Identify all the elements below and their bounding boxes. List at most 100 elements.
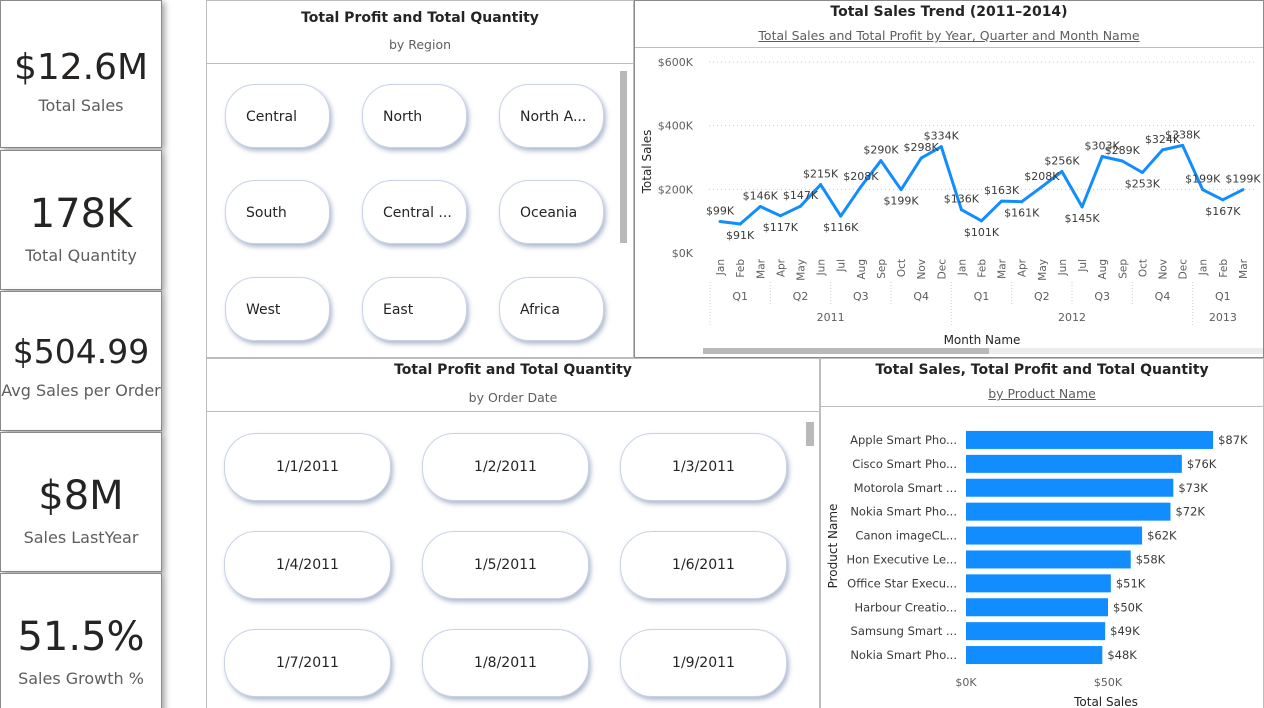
data-label: $208K — [1024, 170, 1060, 183]
data-point — [1120, 159, 1124, 163]
x-tick-quarter: Q4 — [1155, 290, 1171, 303]
bar — [966, 454, 1182, 473]
x-tick-month: Jun — [1057, 259, 1069, 276]
y-tick-label: Office Star Execu... — [847, 576, 957, 590]
kpi-value: 51.5% — [17, 614, 145, 660]
date-slicer: Total Profit and Total Quantity by Order… — [206, 358, 820, 708]
region-slicer: Total Profit and Total Quantity by Regio… — [206, 0, 634, 358]
kpi-label: Total Sales — [38, 96, 124, 115]
x-tick-month: Apr — [775, 258, 787, 277]
date-button[interactable]: 1/5/2011 — [422, 531, 589, 599]
date-button[interactable]: 1/2/2011 — [422, 433, 589, 501]
x-tick-month: Aug — [856, 259, 868, 280]
kpi-label: Total Quantity — [25, 246, 137, 265]
kpi-value: $8M — [38, 473, 124, 519]
y-tick-label: $200K — [658, 183, 694, 196]
divider — [207, 63, 633, 64]
region-button-east[interactable]: East — [362, 277, 467, 341]
kpi-label: Avg Sales per Order — [1, 381, 161, 400]
kpi-value: 178K — [29, 191, 133, 237]
x-tick-year: 2012 — [1058, 311, 1086, 324]
date-slicer-title: Total Profit and Total Quantity — [394, 362, 632, 378]
data-label: $208K — [843, 170, 879, 183]
x-tick-month: Nov — [916, 259, 928, 280]
kpi-card-total-sales: $12.6M Total Sales — [0, 0, 162, 148]
date-button[interactable]: 1/7/2011 — [224, 629, 391, 697]
x-tick-quarter: Q1 — [974, 290, 990, 303]
region-button-oceania[interactable]: Oceania — [499, 180, 604, 244]
date-slicer-scrollbar[interactable] — [806, 422, 814, 446]
x-tick-month: Apr — [1017, 258, 1029, 277]
region-button-north-asia[interactable]: North A... — [499, 84, 604, 148]
data-label: $49K — [1110, 624, 1140, 638]
date-button[interactable]: 1/3/2011 — [620, 433, 787, 501]
data-label: $199K — [883, 195, 919, 208]
x-tick-month: Feb — [735, 259, 747, 278]
trend-chart-scrollbar[interactable] — [703, 348, 989, 354]
y-axis-title: Product Name — [826, 504, 840, 589]
region-button-central-asia[interactable]: Central ... — [362, 180, 467, 244]
y-tick-label: $400K — [658, 120, 694, 133]
data-label: $117K — [763, 221, 799, 234]
x-tick-month: Jun — [816, 259, 828, 276]
data-label: $147K — [783, 189, 819, 202]
bar — [966, 574, 1111, 593]
x-tick-quarter: Q4 — [913, 290, 929, 303]
trend-line-chart: $0K $200K $400K $600K Total Sales $99K $91K $14… — [640, 56, 1261, 347]
data-point — [1000, 199, 1004, 203]
data-point — [1181, 143, 1185, 147]
region-slicer-scrollbar[interactable] — [620, 71, 627, 243]
data-point — [819, 183, 823, 187]
data-label: $338K — [1165, 128, 1201, 141]
data-point — [859, 185, 863, 189]
date-button[interactable]: 1/1/2011 — [224, 433, 391, 501]
region-button-africa[interactable]: Africa — [499, 277, 604, 341]
date-button[interactable]: 1/9/2011 — [620, 629, 787, 697]
data-label: $58K — [1136, 552, 1166, 566]
data-point — [1241, 188, 1245, 192]
x-tick-month: Mar — [1238, 258, 1250, 278]
y-tick-label: $600K — [658, 56, 694, 69]
data-point — [1221, 198, 1225, 202]
data-label: $145K — [1064, 212, 1100, 225]
y-tick-label: Nokia Smart Pho... — [850, 505, 957, 519]
date-button[interactable]: 1/6/2011 — [620, 531, 787, 599]
data-label: $101K — [964, 226, 1000, 239]
x-tick-month: Mar — [755, 258, 767, 278]
data-point — [1080, 205, 1084, 209]
date-button[interactable]: 1/4/2011 — [224, 531, 391, 599]
x-tick-quarter: Q1 — [1215, 290, 1231, 303]
x-tick-quarter: Q2 — [793, 290, 809, 303]
bar — [966, 598, 1108, 617]
date-button[interactable]: 1/8/2011 — [422, 629, 589, 697]
x-tick-label: $50K — [1094, 676, 1123, 689]
data-label: $50K — [1113, 600, 1143, 614]
bar — [966, 646, 1103, 665]
data-point — [1020, 200, 1024, 204]
kpi-card-avg-sales: $504.99 Avg Sales per Order — [0, 291, 162, 431]
data-point — [1040, 185, 1044, 189]
x-tick-month: Jan — [715, 259, 727, 276]
region-button-west[interactable]: West — [225, 277, 330, 341]
region-button-central[interactable]: Central — [225, 84, 330, 148]
data-label: $99K — [706, 204, 735, 217]
x-tick-month: Mar — [997, 258, 1009, 278]
data-point — [718, 219, 722, 223]
data-point — [899, 188, 903, 192]
product-bar-chart: Apple Smart Pho... $87K Cisco Smart Pho...… — [826, 430, 1248, 708]
data-label: $161K — [1004, 207, 1040, 220]
bar — [966, 550, 1131, 569]
x-axis-title: Month Name — [944, 333, 1021, 347]
data-label: $62K — [1147, 529, 1177, 543]
y-tick-label: Canon imageCL... — [855, 529, 957, 543]
region-button-north[interactable]: North — [362, 84, 467, 148]
data-label: $298K — [904, 141, 940, 154]
data-point — [1160, 148, 1164, 152]
data-point — [839, 214, 843, 218]
kpi-card-sales-last-year: $8M Sales LastYear — [0, 432, 162, 572]
x-tick-label: $0K — [955, 676, 977, 689]
data-label: $73K — [1178, 481, 1208, 495]
data-point — [959, 208, 963, 212]
region-button-south[interactable]: South — [225, 180, 330, 244]
data-label: $163K — [984, 184, 1020, 197]
